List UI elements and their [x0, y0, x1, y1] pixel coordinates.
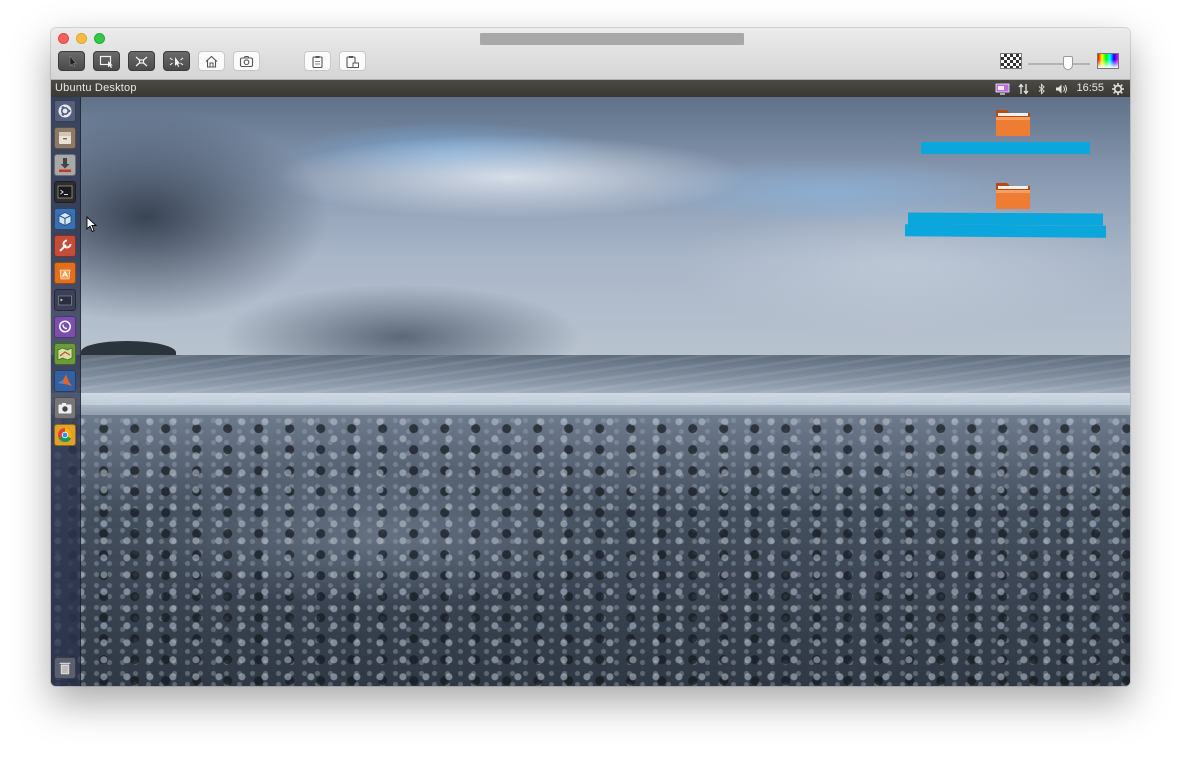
camera-icon: [58, 403, 72, 414]
chrome-icon: [58, 428, 72, 442]
window-select-icon: [99, 55, 113, 68]
desktop-folder-icon-2[interactable]: [995, 180, 1031, 210]
fit-window-button[interactable]: [128, 51, 155, 71]
system-tray: 16:55: [995, 80, 1124, 97]
launcher-maps[interactable]: [54, 343, 76, 365]
zoom-window-button[interactable]: [94, 33, 105, 44]
clipboard-paste-icon: [346, 55, 359, 68]
launcher-software-center[interactable]: [54, 262, 76, 284]
capture-pointer-icon: [169, 56, 184, 67]
launcher-chrome[interactable]: [54, 424, 76, 446]
close-window-button[interactable]: [58, 33, 69, 44]
settings-gear-icon[interactable]: [1112, 82, 1124, 95]
launcher-trash[interactable]: [54, 657, 76, 679]
wrench-icon: [59, 239, 72, 252]
vm-window: Ubuntu Desktop 16:55: [51, 28, 1130, 686]
window-title: [480, 33, 744, 45]
screenshot-button[interactable]: [233, 51, 260, 71]
bluetooth-icon[interactable]: [1037, 82, 1047, 95]
launcher-matlab[interactable]: [54, 370, 76, 392]
file-cabinet-icon: [59, 132, 71, 144]
minimize-window-button[interactable]: [76, 33, 87, 44]
quality-slider-thumb[interactable]: [1063, 56, 1073, 70]
launcher-console[interactable]: [54, 289, 76, 311]
matlab-icon: [58, 374, 72, 386]
pointer-icon: [69, 54, 77, 67]
console-icon: [58, 295, 72, 306]
virtualbox-icon: [58, 212, 72, 226]
clipboard-copy-icon: [312, 55, 323, 68]
viber-icon: [59, 320, 71, 333]
launcher-system-tools[interactable]: [54, 235, 76, 257]
fit-icon: [135, 56, 148, 66]
top-panel: Ubuntu Desktop 16:55: [51, 80, 1130, 97]
launcher-terminal[interactable]: [54, 181, 76, 203]
select-window-button[interactable]: [93, 51, 120, 71]
clock[interactable]: 16:55: [1076, 80, 1104, 97]
launcher-files[interactable]: [54, 127, 76, 149]
home-screen-button[interactable]: [198, 51, 225, 71]
map-icon: [57, 347, 73, 361]
copy-button[interactable]: [304, 51, 331, 71]
pointer-capture-button[interactable]: [163, 51, 190, 71]
desktop-folder-label-1[interactable]: [921, 142, 1090, 154]
panel-title: Ubuntu Desktop: [55, 82, 137, 94]
ubuntu-logo-icon: [58, 104, 72, 118]
volume-icon[interactable]: [1055, 83, 1068, 95]
desktop-folder-icon-1[interactable]: [995, 107, 1031, 137]
software-center-icon: [59, 269, 71, 280]
color-spectrum-icon[interactable]: [1097, 53, 1119, 69]
wallpaper-beach: [51, 415, 1130, 686]
launcher: [51, 97, 81, 686]
desktop-folder-label-2b[interactable]: [904, 224, 1107, 238]
camera-icon: [239, 55, 254, 67]
remote-screen[interactable]: Ubuntu Desktop 16:55: [51, 80, 1130, 686]
launcher-virtualbox[interactable]: [54, 208, 76, 230]
display-icon[interactable]: [995, 83, 1010, 95]
quality-slider[interactable]: [1028, 63, 1090, 65]
select-pointer-button[interactable]: [58, 51, 85, 71]
home-icon: [205, 55, 218, 68]
mouse-pointer-icon: [86, 216, 97, 233]
trash-icon: [59, 662, 71, 675]
launcher-installer[interactable]: [54, 154, 76, 176]
transparency-icon[interactable]: [1000, 53, 1022, 69]
paste-button[interactable]: [339, 51, 366, 71]
terminal-icon: [57, 185, 73, 199]
launcher-camera[interactable]: [54, 397, 76, 419]
network-icon[interactable]: [1018, 82, 1029, 95]
launcher-viber[interactable]: [54, 316, 76, 338]
install-icon: [59, 158, 71, 172]
desktop[interactable]: [51, 97, 1130, 686]
window-toolbar: [51, 28, 1130, 80]
launcher-dash-home[interactable]: [54, 100, 76, 122]
